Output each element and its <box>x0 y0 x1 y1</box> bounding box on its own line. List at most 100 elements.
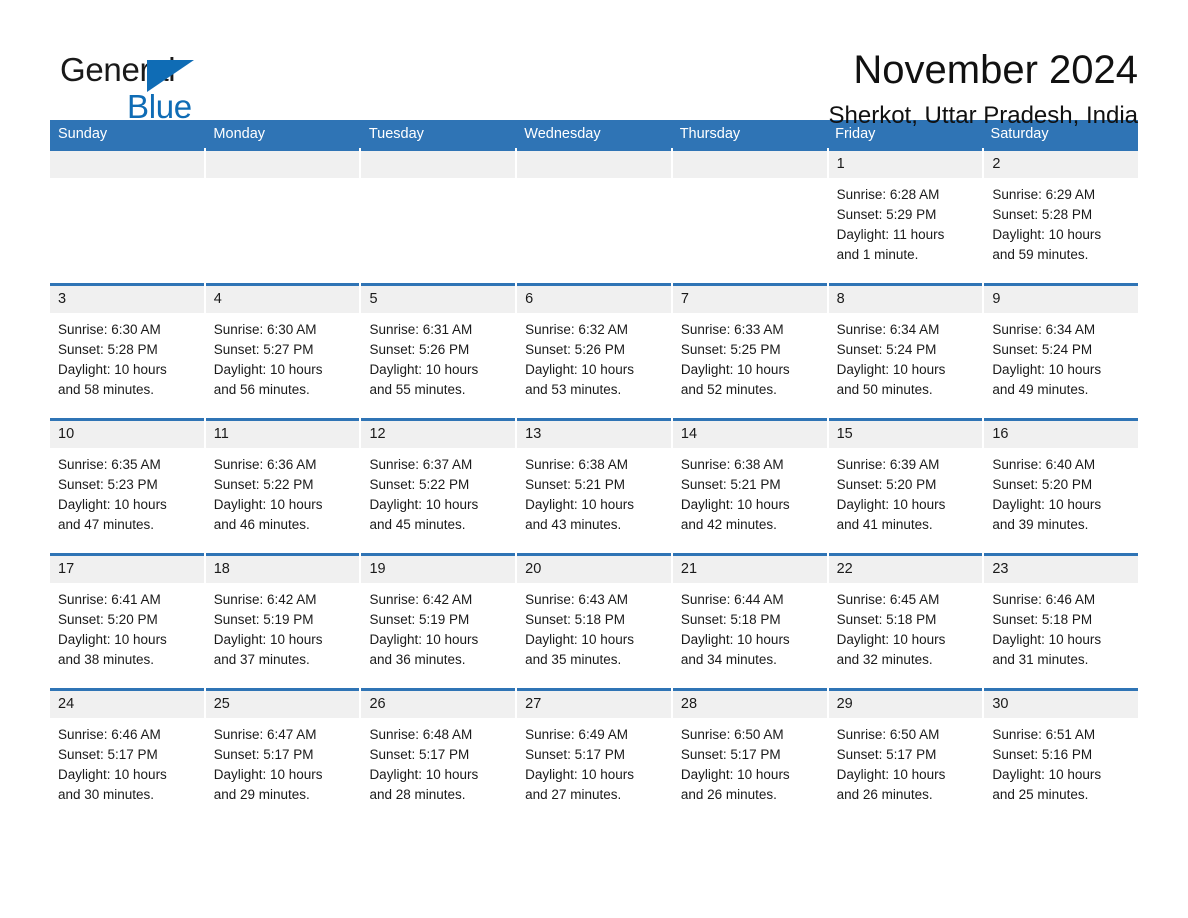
day-cell[interactable]: 3 Sunrise: 6:30 AM Sunset: 5:28 PM Dayli… <box>50 283 204 418</box>
sunset-text: Sunset: 5:23 PM <box>58 477 158 492</box>
sunset-text: Sunset: 5:18 PM <box>836 612 937 627</box>
day-cell[interactable] <box>205 148 360 283</box>
day-cell[interactable]: 10 Sunrise: 6:35 AM Sunset: 5:23 PM Dayl… <box>50 418 204 553</box>
day-cell[interactable]: 4 Sunrise: 6:30 AM Sunset: 5:27 PM Dayli… <box>205 283 360 418</box>
day-number: 8 <box>828 286 983 313</box>
daylight-text-line2: and 38 minutes. <box>58 652 155 667</box>
day-cell[interactable]: 13 Sunrise: 6:38 AM Sunset: 5:21 PM Dayl… <box>517 418 671 553</box>
day-details: Sunrise: 6:38 AM Sunset: 5:21 PM Dayligh… <box>517 448 671 535</box>
day-cell[interactable] <box>672 148 827 283</box>
sunrise-text: Sunrise: 6:47 AM <box>213 727 317 742</box>
daylight-text-line1: Daylight: 10 hours <box>58 362 167 377</box>
daylight-text-line2: and 59 minutes. <box>992 247 1089 262</box>
daylight-text-line2: and 55 minutes. <box>369 382 466 397</box>
day-cell[interactable]: 5 Sunrise: 6:31 AM Sunset: 5:26 PM Dayli… <box>361 283 516 418</box>
day-cell[interactable]: 21 Sunrise: 6:44 AM Sunset: 5:18 PM Dayl… <box>672 553 827 688</box>
day-cell[interactable]: 19 Sunrise: 6:42 AM Sunset: 5:19 PM Dayl… <box>361 553 516 688</box>
day-cell[interactable] <box>517 148 671 283</box>
day-number: 12 <box>361 421 516 448</box>
day-cell[interactable]: 14 Sunrise: 6:38 AM Sunset: 5:21 PM Dayl… <box>672 418 827 553</box>
day-number: 29 <box>828 691 983 718</box>
sunset-text: Sunset: 5:21 PM <box>680 477 781 492</box>
daylight-text-line2: and 58 minutes. <box>58 382 155 397</box>
day-number: 16 <box>984 421 1139 448</box>
sunrise-text: Sunrise: 6:42 AM <box>369 592 473 607</box>
sunrise-text: Sunrise: 6:48 AM <box>369 727 473 742</box>
day-number: 19 <box>361 556 516 583</box>
day-cell[interactable]: 30 Sunrise: 6:51 AM Sunset: 5:16 PM Dayl… <box>984 688 1139 823</box>
day-details: Sunrise: 6:46 AM Sunset: 5:17 PM Dayligh… <box>50 718 204 805</box>
day-number: 26 <box>361 691 516 718</box>
day-details: Sunrise: 6:48 AM Sunset: 5:17 PM Dayligh… <box>361 718 515 805</box>
daylight-text-line2: and 30 minutes. <box>58 787 155 802</box>
sunset-text: Sunset: 5:21 PM <box>525 477 625 492</box>
day-cell[interactable]: 27 Sunrise: 6:49 AM Sunset: 5:17 PM Dayl… <box>517 688 671 823</box>
day-cell[interactable]: 18 Sunrise: 6:42 AM Sunset: 5:19 PM Dayl… <box>205 553 360 688</box>
daylight-text-line1: Daylight: 10 hours <box>525 767 634 782</box>
sunset-text: Sunset: 5:17 PM <box>680 747 781 762</box>
day-cell[interactable]: 8 Sunrise: 6:34 AM Sunset: 5:24 PM Dayli… <box>828 283 983 418</box>
day-cell[interactable]: 6 Sunrise: 6:32 AM Sunset: 5:26 PM Dayli… <box>517 283 671 418</box>
weekday-header-row: Sunday Monday Tuesday Wednesday Thursday… <box>50 120 1138 148</box>
day-number: 2 <box>984 151 1139 178</box>
day-details: Sunrise: 6:42 AM Sunset: 5:19 PM Dayligh… <box>361 583 515 670</box>
day-cell[interactable]: 11 Sunrise: 6:36 AM Sunset: 5:22 PM Dayl… <box>205 418 360 553</box>
daylight-text-line2: and 43 minutes. <box>525 517 622 532</box>
sunrise-text: Sunrise: 6:43 AM <box>525 592 628 607</box>
daylight-text-line2: and 1 minute. <box>836 247 919 262</box>
day-number: 4 <box>205 286 360 313</box>
daylight-text-line2: and 53 minutes. <box>525 382 622 397</box>
day-cell[interactable]: 23 Sunrise: 6:46 AM Sunset: 5:18 PM Dayl… <box>984 553 1139 688</box>
daylight-text-line1: Daylight: 10 hours <box>836 362 946 377</box>
day-cell[interactable]: 17 Sunrise: 6:41 AM Sunset: 5:20 PM Dayl… <box>50 553 204 688</box>
day-details: Sunrise: 6:32 AM Sunset: 5:26 PM Dayligh… <box>517 313 671 400</box>
daylight-text-line1: Daylight: 10 hours <box>369 362 479 377</box>
day-cell[interactable]: 20 Sunrise: 6:43 AM Sunset: 5:18 PM Dayl… <box>517 553 671 688</box>
day-cell[interactable] <box>50 148 204 283</box>
daylight-text-line2: and 56 minutes. <box>213 382 310 397</box>
sunrise-text: Sunrise: 6:30 AM <box>213 322 317 337</box>
day-cell[interactable]: 28 Sunrise: 6:50 AM Sunset: 5:17 PM Dayl… <box>672 688 827 823</box>
day-number: 3 <box>50 286 204 313</box>
daylight-text-line2: and 52 minutes. <box>680 382 777 397</box>
day-number: 25 <box>205 691 360 718</box>
calendar-page: General Blue November 2024 Sherkot, Utta… <box>0 0 1188 918</box>
day-cell[interactable]: 25 Sunrise: 6:47 AM Sunset: 5:17 PM Dayl… <box>205 688 360 823</box>
daylight-text-line2: and 26 minutes. <box>680 787 777 802</box>
day-cell[interactable]: 24 Sunrise: 6:46 AM Sunset: 5:17 PM Dayl… <box>50 688 204 823</box>
day-cell[interactable]: 29 Sunrise: 6:50 AM Sunset: 5:17 PM Dayl… <box>828 688 983 823</box>
generalblue-logo[interactable]: General Blue <box>50 44 240 125</box>
day-cell[interactable]: 1 Sunrise: 6:28 AM Sunset: 5:29 PM Dayli… <box>828 148 983 283</box>
day-number <box>672 151 827 178</box>
sunrise-text: Sunrise: 6:42 AM <box>213 592 317 607</box>
daylight-text-line1: Daylight: 10 hours <box>58 497 167 512</box>
sunrise-text: Sunrise: 6:34 AM <box>836 322 940 337</box>
day-details: Sunrise: 6:51 AM Sunset: 5:16 PM Dayligh… <box>984 718 1138 805</box>
day-cell[interactable] <box>361 148 516 283</box>
daylight-text-line2: and 46 minutes. <box>213 517 310 532</box>
week-row: 1 Sunrise: 6:28 AM Sunset: 5:29 PM Dayli… <box>50 148 1139 283</box>
day-cell[interactable]: 22 Sunrise: 6:45 AM Sunset: 5:18 PM Dayl… <box>828 553 983 688</box>
day-cell[interactable]: 16 Sunrise: 6:40 AM Sunset: 5:20 PM Dayl… <box>984 418 1139 553</box>
day-details: Sunrise: 6:50 AM Sunset: 5:17 PM Dayligh… <box>829 718 983 805</box>
sunrise-text: Sunrise: 6:38 AM <box>525 457 628 472</box>
sunset-text: Sunset: 5:26 PM <box>369 342 470 357</box>
sunset-text: Sunset: 5:24 PM <box>992 342 1093 357</box>
week-row: 24 Sunrise: 6:46 AM Sunset: 5:17 PM Dayl… <box>50 688 1139 823</box>
day-details: Sunrise: 6:44 AM Sunset: 5:18 PM Dayligh… <box>673 583 827 670</box>
sunrise-text: Sunrise: 6:45 AM <box>836 592 940 607</box>
day-cell[interactable]: 2 Sunrise: 6:29 AM Sunset: 5:28 PM Dayli… <box>984 148 1139 283</box>
day-cell[interactable]: 12 Sunrise: 6:37 AM Sunset: 5:22 PM Dayl… <box>361 418 516 553</box>
day-number: 5 <box>361 286 516 313</box>
day-details: Sunrise: 6:40 AM Sunset: 5:20 PM Dayligh… <box>984 448 1138 535</box>
daylight-text-line1: Daylight: 10 hours <box>525 362 634 377</box>
day-cell[interactable]: 9 Sunrise: 6:34 AM Sunset: 5:24 PM Dayli… <box>984 283 1139 418</box>
day-details: Sunrise: 6:39 AM Sunset: 5:20 PM Dayligh… <box>829 448 983 535</box>
day-cell[interactable]: 7 Sunrise: 6:33 AM Sunset: 5:25 PM Dayli… <box>672 283 827 418</box>
logo-text-blue: Blue <box>127 88 192 125</box>
week-row: 10 Sunrise: 6:35 AM Sunset: 5:23 PM Dayl… <box>50 418 1139 553</box>
daylight-text-line2: and 35 minutes. <box>525 652 622 667</box>
day-number: 9 <box>984 286 1139 313</box>
day-cell[interactable]: 15 Sunrise: 6:39 AM Sunset: 5:20 PM Dayl… <box>828 418 983 553</box>
day-cell[interactable]: 26 Sunrise: 6:48 AM Sunset: 5:17 PM Dayl… <box>361 688 516 823</box>
